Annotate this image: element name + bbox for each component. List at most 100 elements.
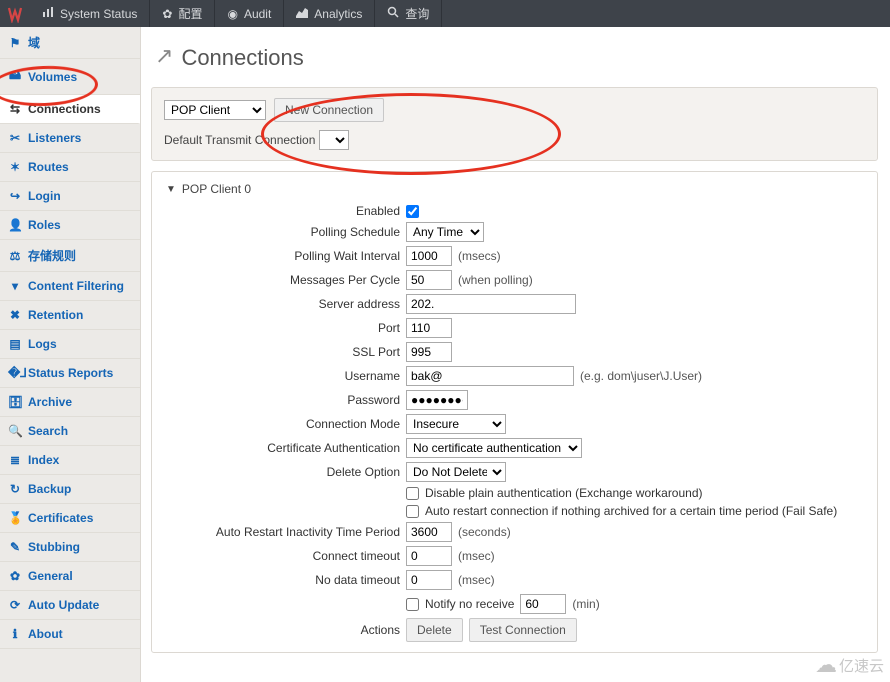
polling-schedule-label: Polling Schedule	[166, 225, 406, 239]
auto-restart-label: Auto restart connection if nothing archi…	[425, 504, 837, 518]
sidebar-item-logs[interactable]: ▤Logs	[0, 330, 140, 359]
port-label: Port	[166, 321, 406, 335]
update-icon: ⟳	[8, 598, 22, 612]
auto-restart-period-field[interactable]	[406, 522, 452, 542]
sidebar-item-backup[interactable]: ↻Backup	[0, 475, 140, 504]
sidebar-item-label: Connections	[28, 102, 101, 116]
flag-icon: ⚑	[8, 36, 22, 50]
enabled-checkbox[interactable]	[406, 205, 419, 218]
sidebar-item-label: Login	[28, 189, 61, 203]
username-field[interactable]	[406, 366, 574, 386]
polling-schedule-select[interactable]: Any Time	[406, 222, 484, 242]
msec-hint: (msec)	[458, 549, 495, 563]
polling-wait-interval-label: Polling Wait Interval	[166, 249, 406, 263]
msec-hint2: (msec)	[458, 573, 495, 587]
pencil-icon: ✎	[8, 540, 22, 554]
cross-icon: ✖	[8, 308, 22, 322]
connection-mode-label: Connection Mode	[166, 417, 406, 431]
topbar-tab-label: 查询	[405, 5, 429, 22]
sidebar-item-stubbing[interactable]: ✎Stubbing	[0, 533, 140, 562]
disable-plain-auth-checkbox[interactable]	[406, 487, 419, 500]
messages-per-cycle-field[interactable]	[406, 270, 452, 290]
sidebar-item-label: 域	[28, 34, 40, 51]
delete-button[interactable]: Delete	[406, 618, 463, 642]
delete-option-select[interactable]: Do Not Delete	[406, 462, 506, 482]
sidebar-item-storage-rules[interactable]: ⚖ 存储规则	[0, 240, 140, 272]
app-logo	[0, 0, 30, 27]
section-header[interactable]: ▼ POP Client 0	[166, 182, 863, 204]
no-data-timeout-field[interactable]	[406, 570, 452, 590]
default-transmit-select[interactable]	[319, 130, 349, 150]
login-icon: ↪	[8, 189, 22, 203]
ssl-port-label: SSL Port	[166, 345, 406, 359]
sidebar-item-label: Retention	[28, 308, 83, 322]
port-field[interactable]	[406, 318, 452, 338]
cert-auth-label: Certificate Authentication	[166, 441, 406, 455]
sidebar-item-status-reports[interactable]: �⅃Status Reports	[0, 359, 140, 388]
sidebar-item-index[interactable]: ≣Index	[0, 446, 140, 475]
topbar-tab-label: System Status	[60, 7, 137, 21]
test-connection-button[interactable]: Test Connection	[469, 618, 577, 642]
sidebar-item-label: General	[28, 569, 73, 583]
sidebar-item-connections[interactable]: ⇆Connections	[0, 95, 141, 124]
sidebar-item-retention[interactable]: ✖ Retention	[0, 301, 140, 330]
sidebar-item-domain[interactable]: ⚑域	[0, 27, 140, 59]
sidebar-item-search[interactable]: 🔍Search	[0, 417, 140, 446]
topbar-tab-analytics[interactable]: Analytics	[284, 0, 375, 27]
server-address-field[interactable]	[406, 294, 576, 314]
sidebar-item-listeners[interactable]: ✂ Listeners	[0, 124, 140, 153]
sidebar-item-label: Certificates	[28, 511, 93, 525]
sidebar-item-label: Backup	[28, 482, 71, 496]
connection-type-select[interactable]: POP Client	[164, 100, 266, 120]
server-address-label: Server address	[166, 297, 406, 311]
sidebar-item-label: Routes	[28, 160, 69, 174]
topbar-tab-config[interactable]: ✿ 配置	[150, 0, 215, 27]
sidebar-item-label: About	[28, 627, 63, 641]
sidebar-item-roles[interactable]: 👤Roles	[0, 211, 140, 240]
connection-mode-select[interactable]: Insecure	[406, 414, 506, 434]
topbar-tab-label: Audit	[244, 7, 271, 21]
balance-icon: ⚖	[8, 249, 22, 263]
sidebar: ⚑域 🖴Volumes ⇆Connections ✂Listeners ✶Rou…	[0, 27, 141, 682]
sidebar-item-label: Content Filtering	[28, 279, 124, 293]
sidebar-item-general[interactable]: ✿General	[0, 562, 140, 591]
gear-icon: ✿	[162, 7, 172, 21]
disable-plain-auth-label: Disable plain authentication (Exchange w…	[425, 486, 703, 500]
topbar-tab-label: Analytics	[314, 7, 362, 21]
password-field[interactable]	[406, 390, 468, 410]
new-connection-button[interactable]: New Connection	[274, 98, 384, 122]
topbar-tab-audit[interactable]: ◉ Audit	[215, 0, 284, 27]
topbar-tab-system-status[interactable]: System Status	[30, 0, 150, 27]
sidebar-item-auto-update[interactable]: ⟳Auto Update	[0, 591, 140, 620]
min-hint: (min)	[572, 597, 599, 611]
topbar: System Status ✿ 配置 ◉ Audit Analytics 查询	[0, 0, 890, 27]
polling-wait-interval-field[interactable]	[406, 246, 452, 266]
sidebar-item-about[interactable]: ℹAbout	[0, 620, 140, 649]
sidebar-item-volumes[interactable]: 🖴Volumes	[0, 59, 140, 95]
connect-timeout-field[interactable]	[406, 546, 452, 566]
eye-icon: ◉	[227, 7, 237, 21]
area-chart-icon	[296, 6, 308, 21]
notify-no-receive-field[interactable]	[520, 594, 566, 614]
scissors-icon: ✂	[8, 131, 22, 145]
cert-auth-select[interactable]: No certificate authentication	[406, 438, 582, 458]
msecs-hint: (msecs)	[458, 249, 501, 263]
sidebar-item-archive[interactable]: 🗄Archive	[0, 388, 140, 417]
sidebar-item-label: 存储规则	[28, 247, 76, 264]
certificate-icon: 🏅	[8, 511, 22, 525]
ssl-port-field[interactable]	[406, 342, 452, 362]
username-label: Username	[166, 369, 406, 383]
auto-restart-checkbox[interactable]	[406, 505, 419, 518]
sidebar-item-login[interactable]: ↪ Login	[0, 182, 140, 211]
topbar-tab-search[interactable]: 查询	[375, 0, 442, 27]
sidebar-item-routes[interactable]: ✶Routes	[0, 153, 140, 182]
watermark: ☁ 亿速云	[815, 652, 884, 678]
sidebar-item-label: Listeners	[28, 131, 81, 145]
list-icon: ▤	[8, 337, 22, 351]
index-icon: ≣	[8, 453, 22, 467]
connect-timeout-label: Connect timeout	[166, 549, 406, 563]
sidebar-item-certificates[interactable]: 🏅 Certificates	[0, 504, 140, 533]
sidebar-item-label: Roles	[28, 218, 61, 232]
notify-no-receive-checkbox[interactable]	[406, 598, 419, 611]
sidebar-item-content-filtering[interactable]: ▾Content Filtering	[0, 272, 140, 301]
